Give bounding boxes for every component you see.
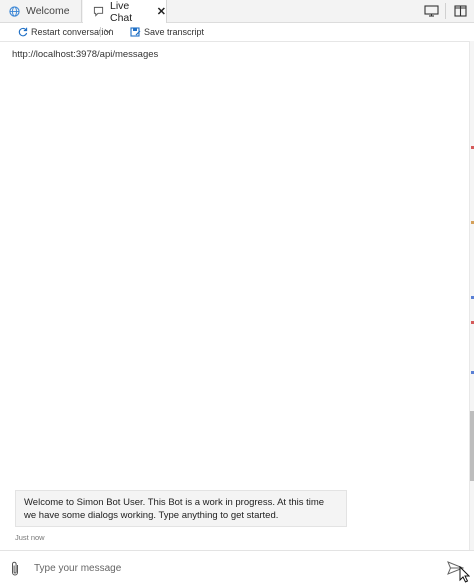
close-icon[interactable]: ✕ <box>157 5 166 18</box>
message-timestamp: Just now <box>15 533 45 542</box>
bot-message: Welcome to Simon Bot User. This Bot is a… <box>15 490 347 527</box>
save-transcript-label: Save transcript <box>144 27 205 37</box>
tab-bar: Welcome Live Chat ✕ <box>0 0 474 24</box>
tab-welcome[interactable]: Welcome <box>0 0 82 22</box>
attachment-icon[interactable] <box>8 559 22 577</box>
split-view-icon[interactable] <box>446 0 474 22</box>
restart-icon <box>18 27 28 37</box>
chevron-down-icon[interactable] <box>104 25 112 39</box>
chat-toolbar: Restart conversation Save transcript <box>0 23 474 42</box>
endpoint-url: http://localhost:3978/api/messages <box>12 49 159 60</box>
tab-live-chat-label: Live Chat <box>110 0 133 24</box>
chat-icon <box>93 6 104 18</box>
mouse-cursor-icon <box>459 565 471 588</box>
tab-live-chat[interactable]: Live Chat ✕ <box>83 0 167 24</box>
save-transcript-button[interactable]: Save transcript <box>130 26 204 38</box>
message-input[interactable] <box>34 559 414 577</box>
scrollbar[interactable] <box>469 41 474 550</box>
toolbar-divider <box>100 27 101 37</box>
tab-welcome-label: Welcome <box>26 5 70 17</box>
monitor-icon[interactable] <box>417 0 445 22</box>
globe-icon <box>8 5 20 17</box>
restart-conversation-label: Restart conversation <box>31 27 114 37</box>
scrollbar-thumb[interactable] <box>470 411 474 481</box>
message-composer <box>0 550 474 585</box>
save-transcript-icon <box>130 26 141 38</box>
